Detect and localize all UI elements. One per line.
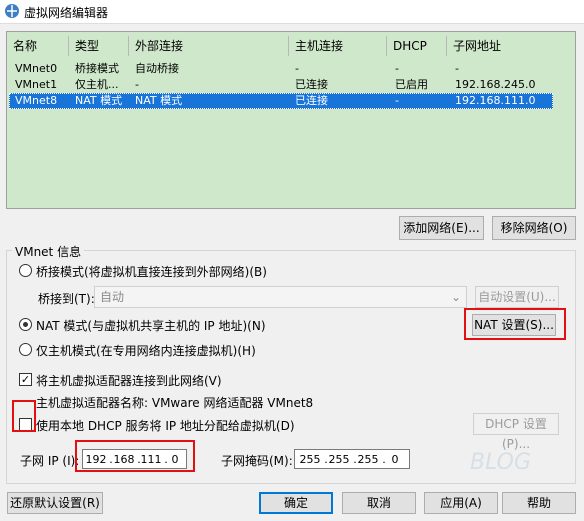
cell-subnet: 192.168.245.0 <box>455 78 536 91</box>
column-header-name[interactable]: 名称 <box>7 36 69 56</box>
network-list[interactable]: 名称 类型 外部连接 主机连接 DHCP 子网地址 VMnet0 桥接模式 自动… <box>6 31 576 209</box>
cell-name: VMnet1 <box>15 78 58 91</box>
cell-dhcp: - <box>395 94 399 107</box>
window-title: 虚拟网络编辑器 <box>24 6 109 20</box>
adapter-name-label: 主机虚拟适配器名称: VMware 网络适配器 VMnet8 <box>36 396 314 410</box>
help-button[interactable]: 帮助 <box>502 492 576 514</box>
subnet-ip-label: 子网 IP (I): <box>20 454 80 468</box>
cell-subnet: 192.168.111.0 <box>455 94 536 107</box>
hostonly-radio[interactable] <box>19 343 32 356</box>
cell-name: VMnet0 <box>15 62 58 75</box>
subnet-mask-label: 子网掩码(M): <box>221 454 293 468</box>
remove-network-button[interactable]: 移除网络(O) <box>492 216 576 240</box>
highlight-box <box>75 440 195 472</box>
cell-host: 已连接 <box>295 94 328 107</box>
column-header-subnet[interactable]: 子网地址 <box>447 36 573 56</box>
cell-host: - <box>295 62 299 75</box>
cell-type: 仅主机... <box>75 78 119 91</box>
hostonly-label: 仅主机模式(在专用网络内连接虚拟机)(H) <box>36 344 256 358</box>
cancel-button[interactable]: 取消 <box>342 492 416 514</box>
cell-dhcp: - <box>395 62 399 75</box>
nat-label: NAT 模式(与虚拟机共享主机的 IP 地址)(N) <box>36 319 266 333</box>
mask-octet: 0 <box>391 453 399 466</box>
dhcp-settings-button[interactable]: DHCP 设置(P)... <box>473 413 559 451</box>
chevron-down-icon: ⌄ <box>450 290 461 304</box>
highlight-box <box>12 400 36 432</box>
column-header-dhcp[interactable]: DHCP <box>387 36 447 56</box>
nat-radio[interactable] <box>19 318 32 331</box>
connect-adapter-checkbox[interactable]: ✓ <box>19 373 32 386</box>
cell-type: 桥接模式 <box>75 62 119 75</box>
restore-defaults-button[interactable]: 还原默认设置(R) <box>7 492 103 514</box>
cell-type: NAT 模式 <box>75 94 123 107</box>
mask-octet: 255 <box>328 453 350 466</box>
cell-name: VMnet8 <box>15 94 58 107</box>
ok-button[interactable]: 确定 <box>259 492 333 514</box>
network-editor-icon <box>5 4 19 18</box>
use-dhcp-label: 使用本地 DHCP 服务将 IP 地址分配给虚拟机(D) <box>36 419 295 433</box>
mask-octet: 255 <box>357 453 379 466</box>
apply-button[interactable]: 应用(A) <box>424 492 498 514</box>
column-header-external[interactable]: 外部连接 <box>129 36 289 56</box>
bridge-to-select[interactable]: 自动 ⌄ <box>94 286 467 308</box>
group-label: VMnet 信息 <box>12 243 85 260</box>
cell-external: NAT 模式 <box>135 94 183 107</box>
table-row[interactable]: VMnet1 仅主机... - 已连接 已启用 192.168.245.0 <box>9 77 553 93</box>
bridged-radio[interactable] <box>19 264 32 277</box>
table-row-selected[interactable]: VMnet8 NAT 模式 NAT 模式 已连接 - 192.168.111.0 <box>9 93 553 109</box>
cell-external: - <box>135 78 139 91</box>
bridge-to-label: 桥接到(T): <box>38 292 95 306</box>
title-bar: 虚拟网络编辑器 <box>0 0 584 24</box>
table-row[interactable]: VMnet0 桥接模式 自动桥接 - - - <box>9 61 553 77</box>
column-header-type[interactable]: 类型 <box>69 36 129 56</box>
column-header-host[interactable]: 主机连接 <box>289 36 387 56</box>
cell-host: 已连接 <box>295 78 328 91</box>
cell-subnet: - <box>455 62 459 75</box>
bridge-to-value: 自动 <box>100 290 125 304</box>
highlight-box <box>464 308 566 340</box>
subnet-mask-input[interactable]: 255 . 255 . 255 . 0 <box>294 449 410 469</box>
mask-octet: 255 <box>299 453 321 466</box>
cell-external: 自动桥接 <box>135 62 179 75</box>
bridged-label: 桥接模式(将虚拟机直接连接到外部网络)(B) <box>36 265 267 279</box>
add-network-button[interactable]: 添加网络(E)... <box>399 216 484 240</box>
auto-settings-button[interactable]: 自动设置(U)... <box>475 286 559 308</box>
cell-dhcp: 已启用 <box>395 78 428 91</box>
connect-adapter-label: 将主机虚拟适配器连接到此网络(V) <box>36 374 222 388</box>
watermark: BLOG <box>470 450 532 475</box>
